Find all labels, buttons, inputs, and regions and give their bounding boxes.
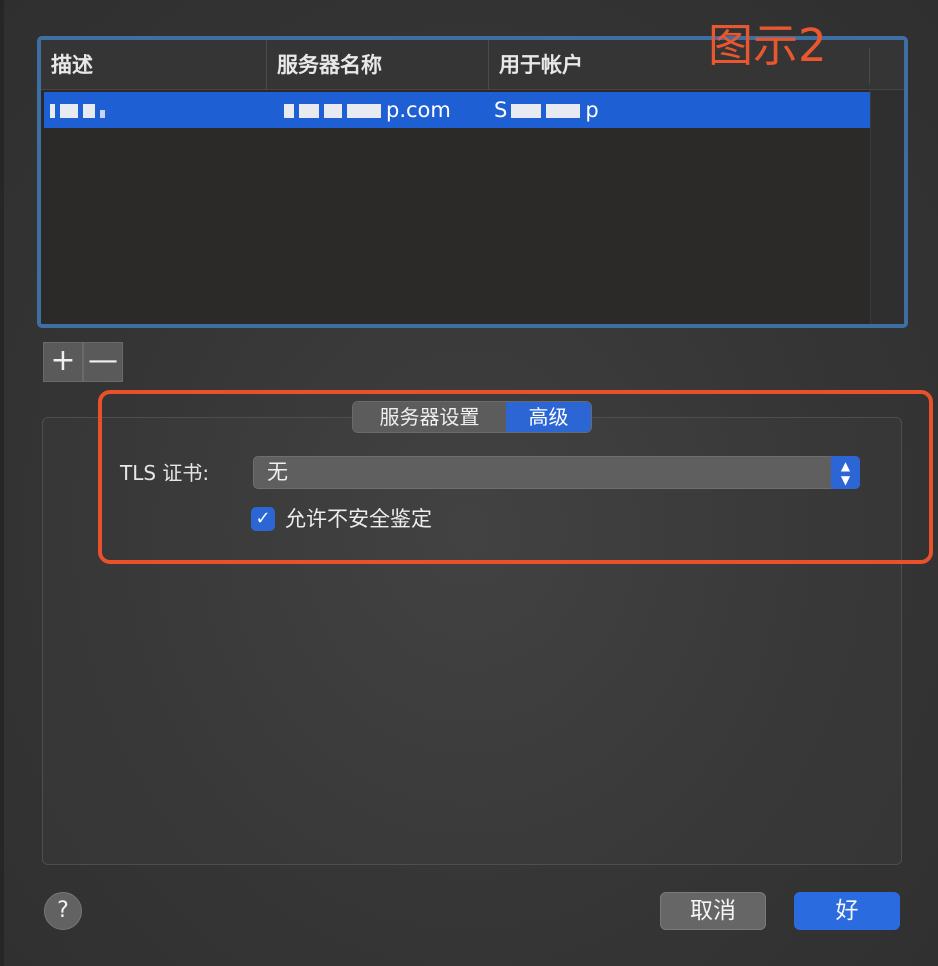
annotation-label: 图示2 [708,19,827,72]
checkmark-icon: ✓ [255,508,271,529]
tls-certificate-value: 无 [267,460,288,484]
tls-certificate-label: TLS 证书: [120,461,210,485]
account-prefix: S [494,98,508,122]
cell-description [50,92,110,128]
tls-certificate-select[interactable]: 无 ▲ ▼ [253,456,860,489]
redacted-text [299,104,319,118]
chevron-up-down-icon: ▲ ▼ [831,456,860,489]
remove-server-button[interactable]: — [83,342,123,382]
cancel-button[interactable]: 取消 [660,892,766,930]
cell-account: Sp [494,92,599,128]
redacted-text [284,104,294,118]
column-divider [869,48,870,84]
table-row-selected[interactable]: p.com Sp [44,92,871,128]
column-header-server-name[interactable]: 服务器名称 [266,40,488,90]
ok-button[interactable]: 好 [794,892,900,930]
cell-server-name: p.com [284,92,451,128]
redacted-text [324,104,342,118]
server-name-suffix: p.com [386,98,451,122]
redacted-text [347,104,381,118]
redacted-text [83,104,95,118]
table-scrollbar[interactable] [870,90,904,324]
window-edge [0,0,4,966]
allow-insecure-auth-label[interactable]: 允许不安全鉴定 [285,504,432,534]
redacted-text [50,104,55,118]
allow-insecure-auth-checkbox[interactable]: ✓ [251,507,275,531]
redacted-text [100,110,105,118]
help-button[interactable]: ? [44,892,82,930]
redacted-text [511,104,542,118]
account-suffix: p [585,98,599,122]
mail-account-server-dialog: 描述 服务器名称 用于帐户 p.com Sp 图示2 + — 服务器设置 高级 … [0,0,938,966]
add-server-button[interactable]: + [43,342,83,382]
server-list-table[interactable]: 描述 服务器名称 用于帐户 p.com Sp [37,36,908,328]
redacted-text [546,104,581,118]
redacted-text [60,104,78,118]
column-header-description[interactable]: 描述 [41,40,266,90]
